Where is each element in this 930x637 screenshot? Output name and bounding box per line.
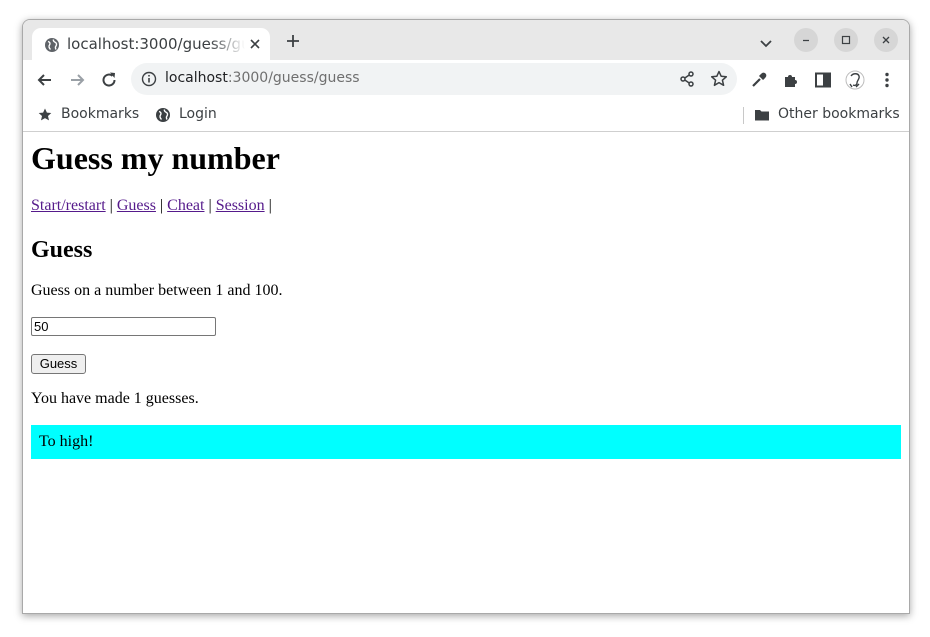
info-icon[interactable] — [141, 71, 157, 87]
nav-link-cheat[interactable]: Cheat — [167, 197, 204, 214]
globe-icon — [45, 38, 59, 52]
tab-strip: localhost:3000/guess/guess — [23, 20, 909, 61]
eyedropper-icon[interactable] — [749, 70, 769, 90]
nav-link-guess[interactable]: Guess — [117, 197, 156, 214]
new-tab-icon[interactable] — [285, 33, 301, 49]
more-menu-icon[interactable] — [877, 70, 897, 90]
guess-button[interactable]: Guess — [31, 354, 86, 374]
instruction-text: Guess on a number between 1 and 100. — [31, 282, 283, 299]
bookmark-label: Login — [179, 106, 217, 122]
forward-icon[interactable] — [67, 70, 87, 90]
close-window-button[interactable] — [874, 28, 898, 52]
url-host: localhost — [165, 70, 228, 86]
page-title: Guess my number — [31, 140, 280, 176]
folder-icon — [755, 110, 769, 121]
nav-link-start-restart[interactable]: Start/restart — [31, 197, 106, 214]
feedback-text: To high! — [39, 433, 94, 450]
nav-separator: | — [268, 197, 272, 214]
active-tab[interactable]: localhost:3000/guess/guess — [32, 28, 270, 61]
browser-toolbar: localhost:3000/guess/guess — [23, 60, 909, 99]
minimize-icon — [803, 39, 809, 42]
bookmarks-divider — [743, 107, 744, 124]
bookmarks-bar: Bookmarks Login Other bookmarks — [23, 99, 909, 132]
browser-window: localhost:3000/guess/guess — [22, 19, 910, 614]
back-icon[interactable] — [35, 70, 55, 90]
guess-input[interactable] — [31, 317, 216, 336]
close-icon — [882, 36, 890, 44]
star-icon — [38, 108, 52, 121]
share-icon[interactable] — [677, 69, 697, 89]
profile-avatar-icon[interactable] — [845, 70, 865, 90]
url-text: localhost:3000/guess/guess — [165, 70, 360, 86]
section-heading: Guess — [31, 237, 93, 263]
guess-count-text: You have made 1 guesses. — [31, 390, 199, 407]
minimize-button[interactable] — [794, 28, 818, 52]
maximize-icon — [841, 35, 851, 45]
nav-link-session[interactable]: Session — [216, 197, 265, 214]
nav-separator: | — [208, 197, 212, 214]
close-tab-icon[interactable] — [247, 36, 263, 52]
address-bar[interactable]: localhost:3000/guess/guess — [131, 63, 737, 95]
globe-icon — [156, 108, 170, 122]
extensions-puzzle-icon[interactable] — [781, 70, 801, 90]
url-path: :3000/guess/guess — [227, 70, 360, 86]
feedback-banner: To high! — [31, 425, 901, 459]
reload-icon[interactable] — [99, 70, 119, 90]
bookmark-label: Bookmarks — [61, 106, 140, 122]
other-bookmarks-label: Other bookmarks — [778, 106, 900, 122]
main-nav: Start/restart | Guess | Cheat | Session … — [31, 196, 272, 216]
maximize-button[interactable] — [834, 28, 858, 52]
side-panel-icon[interactable] — [813, 70, 833, 90]
nav-separator: | — [109, 197, 113, 214]
chevron-down-icon[interactable] — [758, 35, 774, 51]
tab-title: localhost:3000/guess/guess — [67, 35, 245, 53]
bookmark-star-icon[interactable] — [709, 69, 729, 89]
page-content: Guess my number Start/restart | Guess | … — [23, 132, 909, 613]
nav-separator: | — [159, 197, 164, 214]
